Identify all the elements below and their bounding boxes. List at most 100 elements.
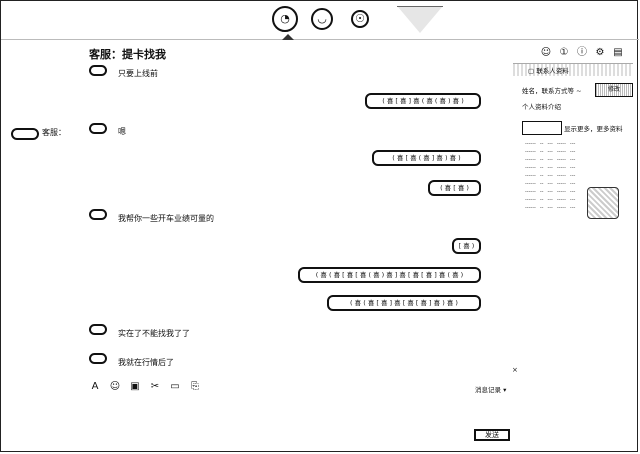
- composer-toolbar: A ☺ ▣ ✂ ▭ ⎘: [89, 381, 209, 392]
- profile-intro: 个人资料介绍: [522, 103, 561, 111]
- active-tab-indicator: [282, 34, 294, 40]
- message-right: ( 喜 ( 喜 [ 喜 ] 喜 [ 喜 [ 喜 ] 喜 ) 喜 ): [327, 295, 481, 311]
- user-icon[interactable]: ◡: [311, 8, 333, 30]
- number-icon[interactable]: ①: [555, 47, 573, 58]
- table-cell: ---: [547, 165, 553, 171]
- close-icon[interactable]: ×: [512, 366, 518, 374]
- info-icon[interactable]: ⓘ: [573, 43, 591, 58]
- table-row: ------ -- --- ----- ---: [525, 189, 579, 197]
- avatar: [89, 324, 107, 335]
- history-link[interactable]: 消息记录 ▾: [475, 384, 506, 394]
- table-cell: ---: [569, 205, 576, 211]
- avatar: [89, 353, 107, 364]
- image-icon[interactable]: ▣: [129, 381, 141, 392]
- message-left: 嗯: [118, 127, 126, 136]
- chat-window: ◔ ◡ ☉ 客服：提卡找我 客服： 只要上线前 嗯 我帮你一些开车业绩可量的 实…: [0, 0, 639, 452]
- table-cell: -----: [556, 197, 566, 203]
- table-cell: --: [539, 157, 544, 163]
- table-cell: ------: [525, 149, 536, 155]
- right-panel-toolbar: ☺ ① ⓘ ⚙ ▤: [537, 43, 627, 58]
- table-cell: ---: [547, 181, 553, 187]
- table-cell: ---: [569, 157, 576, 163]
- table-cell: ------: [525, 141, 536, 147]
- table-cell: --: [539, 205, 544, 211]
- table-cell: ------: [525, 173, 536, 179]
- table-cell: ---: [547, 173, 553, 179]
- more-info-link[interactable]: 显示更多，更多资料: [564, 123, 623, 133]
- table-cell: ------: [525, 165, 536, 171]
- avatar: [89, 209, 107, 220]
- table-cell: ---: [569, 181, 576, 187]
- table-row: ------ -- --- ----- ---: [525, 141, 579, 149]
- table-cell: ---: [547, 157, 553, 163]
- table-cell: -----: [556, 149, 566, 155]
- profile-field[interactable]: [522, 121, 562, 135]
- table-cell: ---: [569, 173, 576, 179]
- dropdown-triangle-icon[interactable]: [398, 7, 442, 33]
- contact-label: 客服：: [42, 128, 66, 137]
- table-cell: ---: [547, 205, 553, 211]
- message-left: 只要上线前: [118, 69, 158, 78]
- chat-icon[interactable]: ◔: [272, 6, 298, 32]
- menu-icon[interactable]: ▤: [609, 47, 627, 58]
- table-cell: ---: [547, 149, 553, 155]
- table-row: ------ -- --- ----- ---: [525, 157, 579, 165]
- table-cell: -----: [556, 189, 566, 195]
- profile-name: 姓名，联系方式等 ~: [522, 87, 582, 95]
- font-icon[interactable]: A: [89, 381, 101, 392]
- send-button[interactable]: 发送: [474, 429, 510, 441]
- table-cell: ---: [547, 197, 553, 203]
- table-cell: ------: [525, 181, 536, 187]
- smile-icon[interactable]: ☺: [537, 47, 555, 58]
- settings-icon[interactable]: ☉: [351, 10, 369, 28]
- illustration-image: [587, 187, 619, 219]
- table-cell: --: [539, 197, 544, 203]
- table-cell: -----: [556, 141, 566, 147]
- table-cell: -----: [556, 205, 566, 211]
- table-cell: --: [539, 141, 544, 147]
- avatar: [89, 65, 107, 76]
- table-cell: ------: [525, 205, 536, 211]
- table-cell: --: [539, 189, 544, 195]
- table-row: ------ -- --- ----- ---: [525, 165, 579, 173]
- message-right: ( 喜 [ 喜 ( 喜 ] 喜 ) 喜 ): [372, 150, 481, 166]
- file-icon[interactable]: ⎘: [189, 381, 201, 392]
- profile-table: ------ -- --- ----- --- ------ -- --- ----- --- --…: [525, 141, 579, 213]
- contact-avatar[interactable]: [11, 128, 39, 140]
- table-cell: ---: [569, 141, 576, 147]
- table-cell: ---: [569, 197, 576, 203]
- table-row: ------ -- --- ----- ---: [525, 205, 579, 213]
- scissors-icon[interactable]: ✂: [149, 381, 161, 392]
- message-left: 我帮你一些开车业绩可量的: [118, 214, 214, 223]
- table-row: ------ -- --- ----- ---: [525, 197, 579, 205]
- table-cell: ------: [525, 157, 536, 163]
- message-right: ( 喜 ( 喜 [ 喜 [ 喜 ( 喜 ) 喜 ] 喜 [ 喜 [ 喜 ] 喜 …: [298, 267, 481, 283]
- table-row: ------ -- --- ----- ---: [525, 181, 579, 189]
- screen-icon[interactable]: ▭: [169, 381, 181, 392]
- gear-icon[interactable]: ⚙: [591, 47, 609, 58]
- table-cell: --: [539, 181, 544, 187]
- emoji-icon[interactable]: ☺: [109, 381, 121, 392]
- message-right: ( 喜 [ 喜 ] 喜 ( 喜 ( 喜 ) 喜 ): [365, 93, 481, 109]
- table-cell: -----: [556, 165, 566, 171]
- table-cell: --: [539, 165, 544, 171]
- message-left: 我就在行情后了: [118, 358, 174, 367]
- table-cell: --: [539, 149, 544, 155]
- table-cell: --: [539, 173, 544, 179]
- table-cell: ---: [547, 141, 553, 147]
- message-right: ( 喜 [ 喜 ): [428, 180, 481, 196]
- message-right: [ 喜 ): [452, 238, 481, 254]
- chat-title: 客服：提卡找我: [89, 48, 166, 61]
- table-cell: ---: [547, 189, 553, 195]
- table-cell: -----: [556, 181, 566, 187]
- profile-header-label: ▢ 联系人资料: [528, 67, 569, 75]
- message-left: 实在了不能找我了了: [118, 329, 190, 338]
- table-row: ------ -- --- ----- ---: [525, 173, 579, 181]
- table-cell: -----: [556, 157, 566, 163]
- avatar: [89, 123, 107, 134]
- table-cell: -----: [556, 173, 566, 179]
- table-cell: ---: [569, 189, 576, 195]
- edit-button[interactable]: 修改: [595, 83, 633, 97]
- table-cell: ------: [525, 197, 536, 203]
- table-row: ------ -- --- ----- ---: [525, 149, 579, 157]
